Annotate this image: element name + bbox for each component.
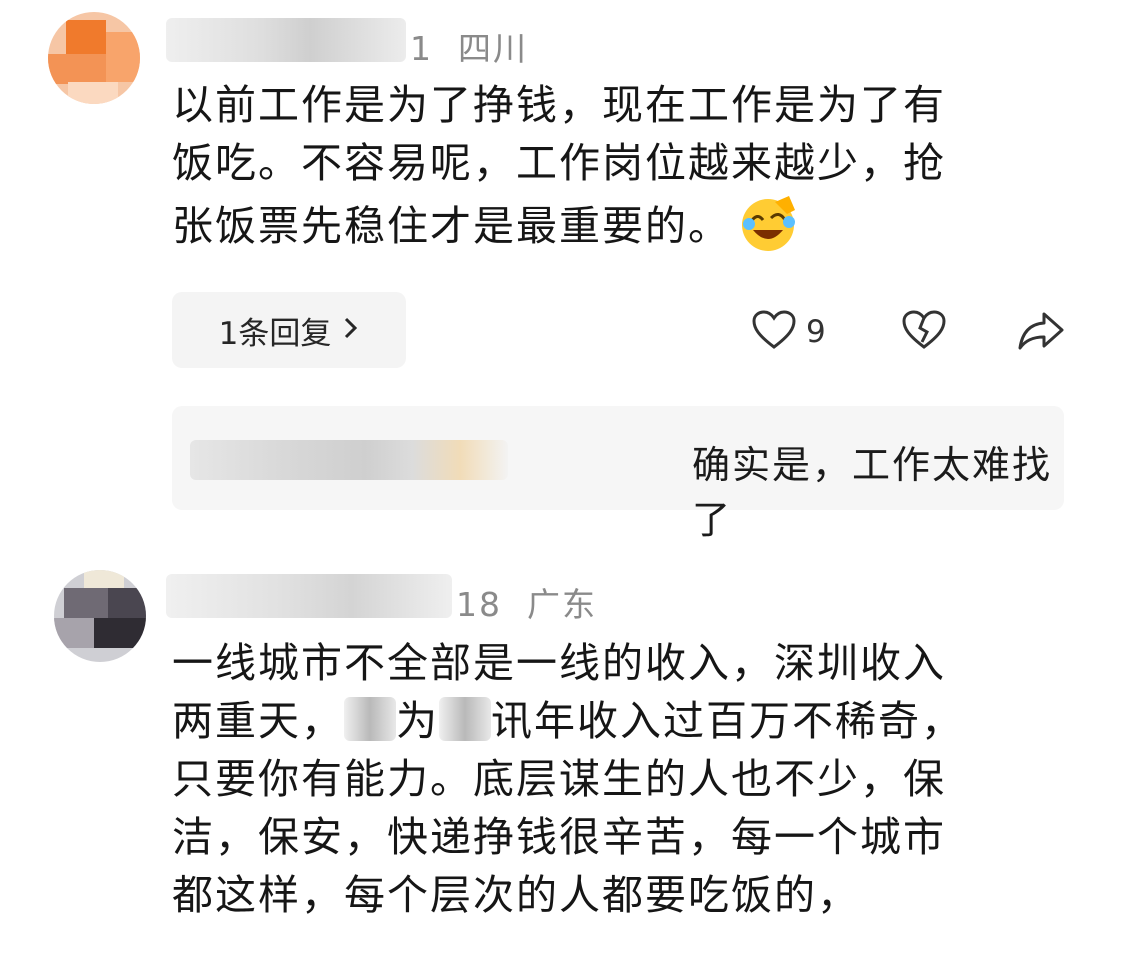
like-button[interactable]: 9 (752, 304, 826, 360)
comment-line-text: 张饭票先稳住才是最重要的。 (172, 202, 731, 250)
username-blurred[interactable] (166, 574, 452, 618)
broken-heart-icon (902, 310, 946, 354)
comment-line: 以前工作是为了挣钱，现在工作是为了有 (172, 81, 946, 129)
share-button[interactable] (1018, 304, 1064, 360)
heart-icon (752, 310, 796, 354)
reply-username-blurred (190, 440, 508, 480)
redacted-text (439, 697, 491, 741)
reply-preview[interactable]: 确实是，工作太难找了 (172, 406, 1064, 542)
comment-line: 张饭票先稳住才是最重要的。 (172, 192, 1052, 255)
comment-text: 以前工作是为了挣钱，现在工作是为了有 饭吃。不容易呢，工作岗位越来越少，抢 张饭… (172, 76, 1052, 255)
share-icon (1018, 310, 1064, 354)
comment-line: 都这样，每个层次的人都要吃饭的， (172, 871, 860, 919)
redacted-text (344, 697, 396, 741)
comment-line: 洁，保安，快递挣钱很辛苦，每一个城市 (172, 813, 946, 861)
comment-date: 1 (410, 29, 433, 68)
chevron-right-icon (343, 313, 359, 348)
reply-preview-text: 确实是，工作太难找了 (692, 443, 1053, 542)
avatar[interactable] (48, 12, 140, 104)
view-replies-label: 1条回复 (218, 315, 332, 352)
dislike-button[interactable] (902, 304, 946, 360)
comment-meta: 1 四川 (410, 22, 528, 70)
comment-line-text: 讯年收入过百万不稀奇， (491, 697, 964, 745)
like-count: 9 (806, 314, 826, 350)
comment-line: 两重天， 为 讯年收入过百万不稀奇， (172, 692, 1052, 750)
avatar[interactable] (54, 570, 146, 662)
comment-region: 广东 (526, 585, 597, 624)
laughing-crying-emoji-icon (737, 192, 799, 254)
comment-line: 只要你有能力。底层谋生的人也不少，保 (172, 755, 946, 803)
comment-line-text: 两重天， (172, 697, 344, 745)
comment-text: 一线城市不全部是一线的收入，深圳收入 两重天， 为 讯年收入过百万不稀奇， 只要你有… (172, 634, 1052, 924)
comment-meta: 18 广东 (456, 578, 597, 626)
comment-region: 四川 (457, 29, 528, 68)
comment-line: 饭吃。不容易呢，工作岗位越来越少，抢 (172, 139, 946, 187)
comment-line: 一线城市不全部是一线的收入，深圳收入 (172, 639, 946, 687)
comment-line-text: 为 (396, 697, 439, 745)
username-blurred[interactable] (166, 18, 406, 62)
comment-date: 18 (456, 585, 502, 624)
view-replies-button[interactable]: 1条回复 (172, 292, 406, 368)
